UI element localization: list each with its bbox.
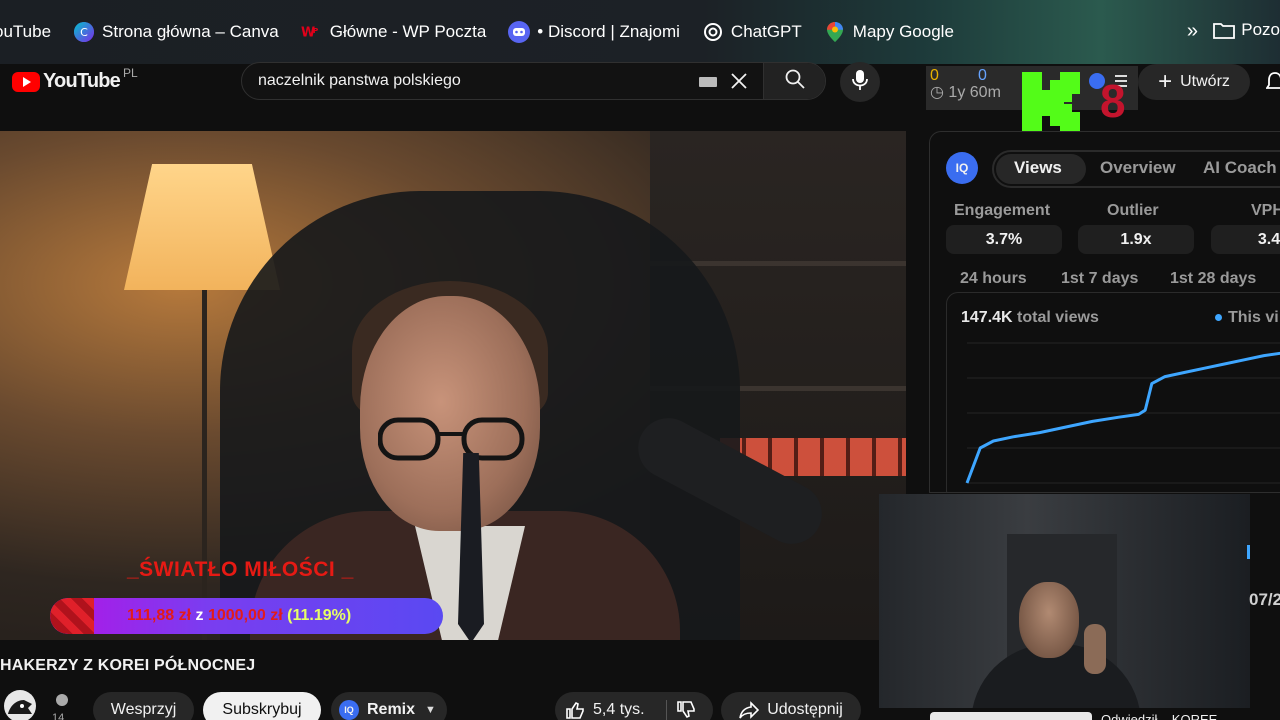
youtube-play-icon: [12, 71, 40, 92]
related-video-thumbnail[interactable]: [930, 712, 1092, 720]
remix-button[interactable]: IQ Remix ▼: [331, 692, 447, 720]
discord-icon: [508, 21, 531, 43]
canva-icon: C: [73, 21, 95, 43]
tab-overview[interactable]: Overview: [1100, 158, 1176, 178]
metric-vph-label: VPH: [1251, 202, 1280, 219]
bookmark-discord[interactable]: • Discord | Znajomi: [508, 21, 680, 43]
donation-progress-bar: 111,88 zł z 1000,00 zł (11.19%): [50, 598, 443, 634]
masthead: YouTube PL naczelnik panstwa polskiego 0…: [0, 56, 1280, 134]
tab-views[interactable]: Views: [1014, 158, 1062, 178]
thumbs-down-icon[interactable]: [676, 700, 696, 720]
kick-logo-icon: [1022, 72, 1080, 134]
metric-engagement-label: Engagement: [954, 202, 1051, 219]
total-views: 147.4K total views: [961, 309, 1099, 326]
like-count[interactable]: 5,4 tys.: [593, 701, 645, 719]
views-chart: 147.4K total views This vi: [946, 292, 1280, 492]
period-28d[interactable]: 1st 28 days: [1170, 270, 1256, 288]
donation-goal-title: _ŚWIATŁO MIŁOŚCI _: [127, 558, 354, 581]
bookmark-chatgpt[interactable]: ChatGPT: [702, 21, 802, 43]
microphone-icon: [851, 69, 869, 96]
voice-search-button[interactable]: [840, 62, 880, 102]
legend-dot: [1215, 314, 1222, 322]
notifications-bell-icon[interactable]: [1265, 70, 1280, 99]
verified-check-icon: [56, 694, 68, 706]
search-icon: [784, 68, 806, 95]
vidiq-panel: IQ Views Overview AI Coach Engagement Ou…: [929, 131, 1280, 493]
bookmarks-bar: ouTube C Strona główna – Canva WP Główne…: [0, 0, 1280, 64]
search-box: naczelnik panstwa polskiego: [241, 62, 826, 100]
share-button[interactable]: Udostępnij: [721, 692, 861, 720]
video-title: HAKERZY Z KOREI PÓŁNOCNEJ: [0, 657, 256, 674]
streamer-hand: [1084, 624, 1106, 674]
youtube-logo[interactable]: YouTube PL: [12, 66, 138, 93]
bookmark-youtube[interactable]: ouTube: [0, 22, 51, 42]
views-series-line: [965, 351, 1280, 484]
chart-legend: This vi: [1215, 309, 1279, 327]
timer-icon: ◷: [930, 84, 944, 101]
chatgpt-icon: [702, 21, 724, 43]
subscriber-count: 14: [52, 712, 65, 720]
search-button[interactable]: [763, 63, 825, 99]
lamp-pole: [202, 289, 207, 640]
tab-ai-coach[interactable]: AI Coach: [1203, 158, 1277, 178]
presenter-glasses: [377, 416, 526, 462]
chevron-down-icon: ▼: [425, 704, 436, 716]
folder-icon: [1213, 21, 1236, 39]
views-line-chart: [965, 342, 1280, 484]
wp-icon: WP: [301, 21, 323, 43]
metric-vph-value: 3.4: [1211, 225, 1280, 254]
bookmark-folder[interactable]: Pozo: [1213, 20, 1280, 40]
streamer-face: [1019, 582, 1079, 658]
metric-engagement-value: 3.7%: [946, 225, 1062, 254]
vidiq-logo-icon[interactable]: IQ: [946, 152, 978, 184]
thumbs-up-icon[interactable]: [565, 700, 585, 720]
keyboard-icon[interactable]: [699, 77, 717, 87]
share-arrow-icon: [739, 701, 760, 719]
country-code: PL: [122, 66, 138, 80]
vidiq-icon: IQ: [339, 700, 359, 720]
channel-avatar[interactable]: [4, 690, 36, 720]
plus-icon: +: [1158, 68, 1173, 95]
lamp-shade: [124, 164, 280, 290]
bookmarks-more-chevron-icon[interactable]: »: [1187, 20, 1198, 43]
like-dislike-group: 5,4 tys.: [555, 692, 713, 720]
logo-wordmark: YouTube: [43, 70, 121, 92]
bookmark-canva[interactable]: C Strona główna – Canva: [73, 21, 279, 43]
metric-outlier-value: 1.9x: [1078, 225, 1194, 254]
streamer-webcam: [879, 494, 1250, 708]
create-button[interactable]: + Utwórz: [1138, 64, 1250, 100]
maps-pin-icon: [824, 21, 846, 43]
metric-outlier-label: Outlier: [1107, 202, 1159, 219]
search-input[interactable]: naczelnik panstwa polskiego: [242, 63, 763, 99]
donation-progress-fill: [50, 598, 94, 634]
join-button[interactable]: Wesprzyj: [93, 692, 194, 720]
period-7d[interactable]: 1st 7 days: [1061, 270, 1138, 288]
svg-text:P: P: [313, 26, 319, 35]
bookmark-wp-poczta[interactable]: WP Główne - WP Poczta: [301, 21, 487, 43]
kick-number: 8: [1100, 75, 1126, 127]
subscribe-button[interactable]: Subskrybuj: [203, 692, 321, 720]
period-24h[interactable]: 24 hours: [960, 270, 1027, 288]
bookmark-maps[interactable]: Mapy Google: [824, 21, 954, 43]
svg-text:C: C: [80, 26, 88, 39]
vidiq-tabs: Views Overview AI Coach: [992, 150, 1280, 188]
related-video-title[interactable]: Odwiedził... KOREE: [1101, 712, 1217, 720]
side-edge-date: 07/2: [1249, 590, 1280, 609]
video-player[interactable]: _ŚWIATŁO MIŁOŚCI _ 111,88 zł z 1000,00 z…: [0, 131, 906, 640]
clear-search-icon[interactable]: [723, 63, 755, 99]
presenter-face: [360, 296, 540, 531]
